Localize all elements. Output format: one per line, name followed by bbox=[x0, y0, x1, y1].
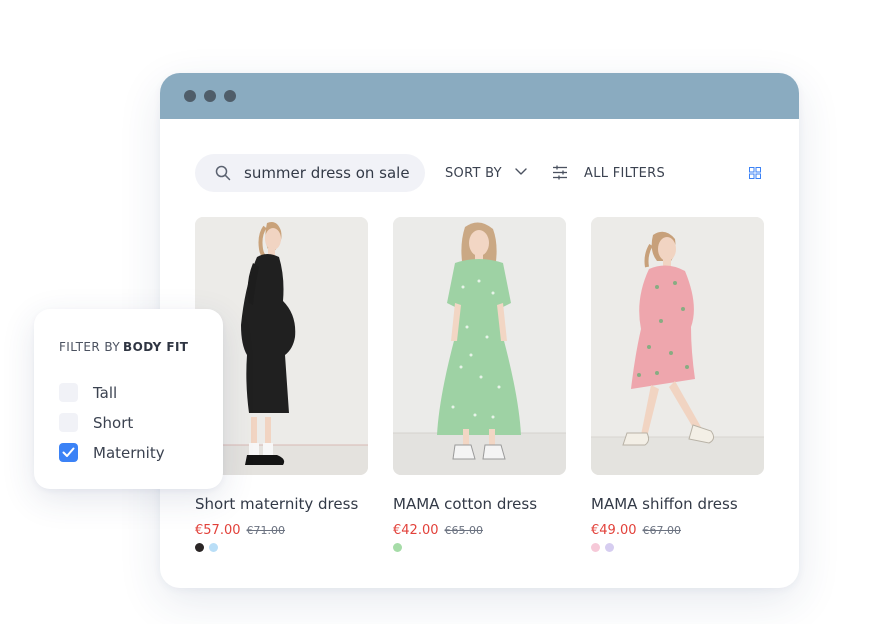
filter-sliders-icon[interactable] bbox=[552, 165, 568, 180]
color-swatch[interactable] bbox=[209, 543, 218, 552]
color-swatches bbox=[591, 543, 764, 552]
browser-window: summer dress on sale SORT BY ALL FILTERS bbox=[160, 73, 799, 588]
sale-price: €42.00 bbox=[393, 523, 439, 538]
product-card[interactable]: MAMA shiffon dress €49.00 €67.00 bbox=[591, 217, 764, 552]
product-image[interactable] bbox=[393, 217, 566, 475]
color-swatches bbox=[393, 543, 566, 552]
filter-option-label: Maternity bbox=[93, 444, 165, 462]
product-name[interactable]: MAMA shiffon dress bbox=[591, 495, 764, 513]
search-icon bbox=[215, 165, 231, 181]
sale-price: €49.00 bbox=[591, 523, 637, 538]
color-swatch[interactable] bbox=[393, 543, 402, 552]
checkmark-icon bbox=[62, 447, 75, 457]
search-field[interactable]: summer dress on sale bbox=[195, 154, 425, 192]
chevron-down-icon[interactable] bbox=[514, 166, 528, 178]
filter-option-label: Short bbox=[93, 414, 134, 432]
color-swatch[interactable] bbox=[195, 543, 204, 552]
color-swatches bbox=[195, 543, 368, 552]
product-prices: €42.00 €65.00 bbox=[393, 519, 566, 538]
filter-panel-title: FILTER BY BODY FIT bbox=[59, 340, 189, 354]
product-prices: €57.00 €71.00 bbox=[195, 519, 368, 538]
window-dot-icon[interactable] bbox=[184, 90, 196, 102]
search-input[interactable]: summer dress on sale bbox=[244, 164, 410, 182]
product-card[interactable]: MAMA cotton dress €42.00 €65.00 bbox=[393, 217, 566, 552]
checkbox[interactable] bbox=[59, 443, 78, 462]
checkbox[interactable] bbox=[59, 383, 78, 402]
window-titlebar bbox=[160, 73, 799, 119]
sale-price: €57.00 bbox=[195, 523, 241, 538]
product-prices: €49.00 €67.00 bbox=[591, 519, 764, 538]
color-swatch[interactable] bbox=[605, 543, 614, 552]
product-image[interactable] bbox=[591, 217, 764, 475]
window-dot-icon[interactable] bbox=[224, 90, 236, 102]
original-price: €67.00 bbox=[642, 524, 682, 537]
original-price: €71.00 bbox=[246, 524, 286, 537]
grid-view-icon[interactable] bbox=[749, 167, 761, 179]
body-fit-filter-panel: FILTER BY BODY FIT Tall Short Maternity bbox=[34, 309, 223, 489]
window-dot-icon[interactable] bbox=[204, 90, 216, 102]
sort-by-button[interactable]: SORT BY bbox=[445, 166, 502, 181]
product-name[interactable]: Short maternity dress bbox=[195, 495, 368, 513]
checkbox[interactable] bbox=[59, 413, 78, 432]
color-swatch[interactable] bbox=[591, 543, 600, 552]
filter-option-label: Tall bbox=[93, 384, 118, 402]
product-name[interactable]: MAMA cotton dress bbox=[393, 495, 566, 513]
original-price: €65.00 bbox=[444, 524, 484, 537]
all-filters-button[interactable]: ALL FILTERS bbox=[584, 166, 665, 181]
